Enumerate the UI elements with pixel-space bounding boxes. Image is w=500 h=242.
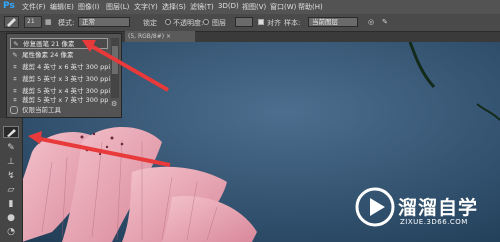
watermark-url: ZIXUE.3D66.COM [400,218,468,226]
arrow-to-preset [87,42,169,92]
watermark-logo [355,187,395,227]
arrow-to-tool [35,136,171,167]
watermark-title: 溜溜自学 [398,197,479,219]
arrow-head-tool [28,131,42,144]
